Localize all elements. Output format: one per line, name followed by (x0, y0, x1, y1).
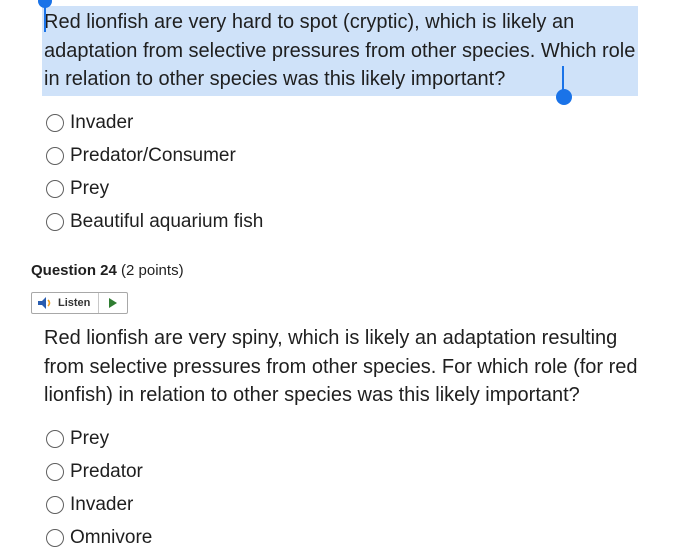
option-label: Omnivore (70, 526, 153, 548)
option-label: Beautiful aquarium fish (70, 210, 264, 232)
question-points: (2 points) (121, 262, 184, 279)
answer-option[interactable]: Prey (46, 422, 152, 455)
radio-button[interactable] (46, 429, 64, 448)
selection-end-handle[interactable] (556, 89, 572, 105)
question-number: Question 24 (31, 262, 117, 279)
listen-widget: Listen (31, 292, 129, 314)
option-label: Invader (70, 111, 134, 133)
play-button[interactable] (99, 293, 127, 313)
listen-button[interactable]: Listen (32, 293, 100, 313)
option-label: Invader (70, 493, 134, 515)
question-text: Red lionfish are very spiny, which is li… (44, 327, 638, 406)
option-label: Prey (70, 427, 110, 449)
radio-button[interactable] (46, 462, 64, 481)
radio-button[interactable] (46, 495, 64, 514)
option-label: Predator (70, 460, 143, 482)
answer-option[interactable]: Predator/Consumer (46, 139, 263, 172)
selection-start-caret (44, 6, 46, 32)
question2-options: Prey Predator Invader Omnivore (46, 422, 152, 554)
option-label: Prey (70, 177, 110, 199)
radio-button[interactable] (46, 528, 64, 547)
question-text-selected: Red lionfish are very hard to spot (cryp… (42, 6, 638, 96)
question-header: Question 24 (2 points) (31, 262, 184, 279)
answer-option[interactable]: Omnivore (46, 521, 152, 554)
question1-options: Invader Predator/Consumer Prey Beautiful… (46, 106, 263, 238)
radio-button[interactable] (46, 212, 64, 231)
speaker-icon (38, 297, 51, 309)
option-label: Predator/Consumer (70, 144, 236, 166)
answer-option[interactable]: Predator (46, 455, 152, 488)
answer-option[interactable]: Invader (46, 488, 152, 521)
radio-button[interactable] (46, 113, 64, 132)
radio-button[interactable] (46, 146, 64, 165)
play-icon (109, 298, 118, 308)
answer-option[interactable]: Invader (46, 106, 263, 139)
answer-option[interactable]: Prey (46, 172, 263, 205)
answer-option[interactable]: Beautiful aquarium fish (46, 205, 263, 238)
listen-label: Listen (58, 297, 91, 309)
radio-button[interactable] (46, 179, 64, 198)
